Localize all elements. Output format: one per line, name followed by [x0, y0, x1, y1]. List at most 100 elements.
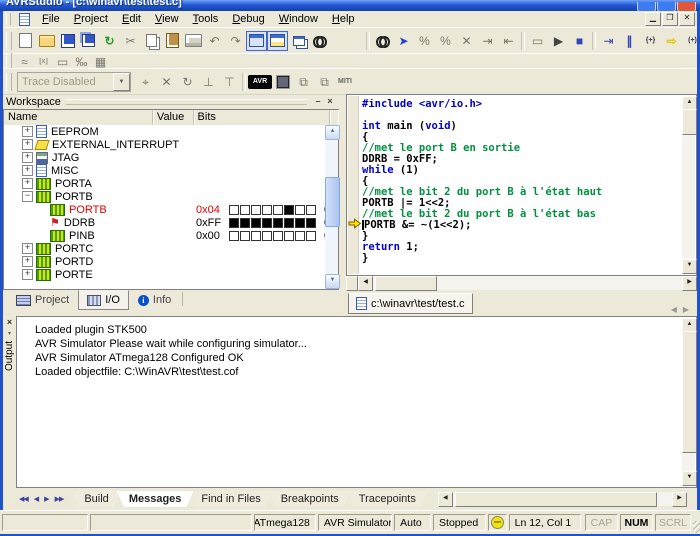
- tab-last-icon[interactable]: ▶▶: [52, 495, 67, 503]
- mdi-minimize-button[interactable]: ▁: [645, 12, 661, 26]
- tree-row-porte[interactable]: +PORTE: [4, 268, 325, 281]
- tab-build[interactable]: Build: [72, 491, 120, 507]
- bookmark-clear-button[interactable]: ✕: [456, 31, 477, 51]
- open-file-button[interactable]: [36, 31, 57, 51]
- scroll-down-button[interactable]: ▼: [325, 274, 340, 289]
- expand-plus-icon[interactable]: +: [22, 126, 33, 137]
- bit-0-checkbox[interactable]: [306, 218, 316, 228]
- reset-button[interactable]: ⇥: [598, 31, 619, 51]
- trace-opcodes-button[interactable]: [x]: [34, 54, 53, 69]
- expand-plus-icon[interactable]: +: [22, 269, 33, 280]
- tree-row-porta[interactable]: +PORTA: [4, 177, 325, 190]
- tree-row-pinb-reg[interactable]: PINB0x000X16 (0X36): [4, 229, 325, 242]
- device-chip-button[interactable]: [272, 72, 293, 92]
- run-to-cursor-button[interactable]: ⇨: [661, 31, 682, 51]
- expand-plus-icon[interactable]: +: [22, 243, 33, 254]
- bookmark-toggle-button[interactable]: %: [414, 31, 435, 51]
- bit-1-checkbox[interactable]: [295, 205, 305, 215]
- isp-connection-button[interactable]: ⧉: [314, 72, 335, 92]
- minimize-button[interactable]: [637, 2, 656, 11]
- workspace-close-button[interactable]: ×: [324, 96, 336, 108]
- bit-4-checkbox[interactable]: [262, 231, 272, 241]
- tab-breakpoints[interactable]: Breakpoints: [269, 491, 351, 507]
- trace-clear-button[interactable]: ✕: [156, 72, 177, 92]
- output-pin-icon[interactable]: ▾: [8, 330, 11, 337]
- trace-refresh-button[interactable]: ↻: [177, 72, 198, 92]
- save-all-button[interactable]: [78, 31, 99, 51]
- tree-row-portb-reg[interactable]: PORTB0x040X18 (0X38): [4, 203, 325, 216]
- expand-plus-icon[interactable]: +: [22, 256, 33, 267]
- stop-button[interactable]: ■: [569, 31, 590, 51]
- mdi-document-icon[interactable]: [19, 13, 30, 26]
- split-pane-handle[interactable]: [346, 276, 358, 291]
- tree-row-ddrb-reg[interactable]: ⚑DDRB0xFF0X17 (0X37): [4, 216, 325, 229]
- menu-edit[interactable]: Edit: [115, 12, 148, 26]
- reload-objectfile-button[interactable]: ↻: [99, 31, 120, 51]
- find-in-files-button[interactable]: [309, 31, 330, 51]
- show-next-statement-button[interactable]: ▭: [527, 31, 548, 51]
- scroll-thumb[interactable]: [682, 331, 697, 453]
- tab-io[interactable]: I/O: [78, 290, 129, 310]
- scroll-left-button[interactable]: ◀: [438, 492, 453, 507]
- tree-row-misc[interactable]: +MISC: [4, 164, 325, 177]
- output-vscrollbar[interactable]: ▲ ▼: [682, 318, 695, 486]
- new-file-button[interactable]: [15, 31, 36, 51]
- trace-frame-button[interactable]: ▭: [53, 54, 72, 69]
- tab-next-icon[interactable]: ▶: [41, 495, 51, 503]
- workspace-vscrollbar[interactable]: ▲ ▼: [325, 125, 338, 289]
- workspace-pin-button[interactable]: –: [312, 96, 324, 108]
- tab-messages[interactable]: Messages: [117, 491, 194, 507]
- close-button[interactable]: [677, 2, 696, 11]
- copy-button[interactable]: [141, 31, 162, 51]
- code-editor[interactable]: #include <avr/io.h>int main (void){//met…: [346, 94, 697, 276]
- print-button[interactable]: [183, 31, 204, 51]
- outdent-button[interactable]: ⇤: [498, 31, 519, 51]
- tab-first-icon[interactable]: ◀◀: [16, 495, 31, 503]
- trace-stop-button[interactable]: ⊤: [219, 72, 240, 92]
- scroll-thumb[interactable]: [455, 492, 657, 507]
- tab-find-in-files[interactable]: Find in Files: [189, 491, 272, 507]
- editor-hscrollbar[interactable]: ◀ ▶: [346, 276, 697, 290]
- ice-platform-button[interactable]: MITI: [335, 72, 355, 92]
- toolbar-grip[interactable]: [6, 32, 12, 50]
- bit-0-checkbox[interactable]: [306, 205, 316, 215]
- scroll-down-button[interactable]: ▼: [682, 471, 697, 486]
- pause-button[interactable]: ∥: [619, 31, 640, 51]
- tree-row-external_interrupt[interactable]: +EXTERNAL_INTERRUPT: [4, 138, 325, 151]
- bit-5-checkbox[interactable]: [251, 218, 261, 228]
- collapse-minus-icon[interactable]: −: [22, 191, 33, 202]
- scroll-right-button[interactable]: ▶: [672, 492, 687, 507]
- cascade-windows-button[interactable]: [288, 31, 309, 51]
- paste-button[interactable]: [162, 31, 183, 51]
- toggle-output-button[interactable]: [267, 31, 288, 51]
- bit-2-checkbox[interactable]: [284, 205, 294, 215]
- tab-project[interactable]: Project: [7, 290, 78, 310]
- tab-prev-icon[interactable]: ◀: [671, 305, 677, 314]
- menu-help[interactable]: Help: [325, 12, 362, 26]
- avr-simulator-badge[interactable]: AVR: [248, 75, 272, 89]
- scroll-thumb[interactable]: [325, 177, 340, 227]
- scroll-left-button[interactable]: ◀: [358, 276, 373, 291]
- run-button[interactable]: ▶: [548, 31, 569, 51]
- bit-3-checkbox[interactable]: [273, 218, 283, 228]
- editor-margin[interactable]: [348, 96, 359, 274]
- expand-plus-icon[interactable]: +: [22, 139, 33, 150]
- bit-3-checkbox[interactable]: [273, 231, 283, 241]
- scroll-thumb[interactable]: [375, 276, 437, 291]
- bit-5-checkbox[interactable]: [251, 205, 261, 215]
- scroll-track[interactable]: [373, 276, 682, 290]
- trace-pointer-button[interactable]: ⌖: [135, 72, 156, 92]
- toolbar-grip[interactable]: [6, 73, 12, 91]
- io-register-tree[interactable]: +EEPROM+EXTERNAL_INTERRUPT+JTAG+MISC+POR…: [4, 125, 325, 289]
- undo-button[interactable]: ↶: [204, 31, 225, 51]
- menu-file[interactable]: File: [35, 12, 67, 26]
- editor-vscrollbar[interactable]: ▲ ▼: [682, 96, 695, 274]
- menu-window[interactable]: Window: [272, 12, 325, 26]
- tree-row-portd[interactable]: +PORTD: [4, 255, 325, 268]
- column-name[interactable]: Name: [4, 110, 153, 125]
- bit-6-checkbox[interactable]: [240, 205, 250, 215]
- maximize-button[interactable]: [657, 2, 676, 11]
- output-hscrollbar[interactable]: ◀ ▶: [438, 492, 687, 506]
- menu-tools[interactable]: Tools: [186, 12, 226, 26]
- goto-button[interactable]: ➤: [393, 31, 414, 51]
